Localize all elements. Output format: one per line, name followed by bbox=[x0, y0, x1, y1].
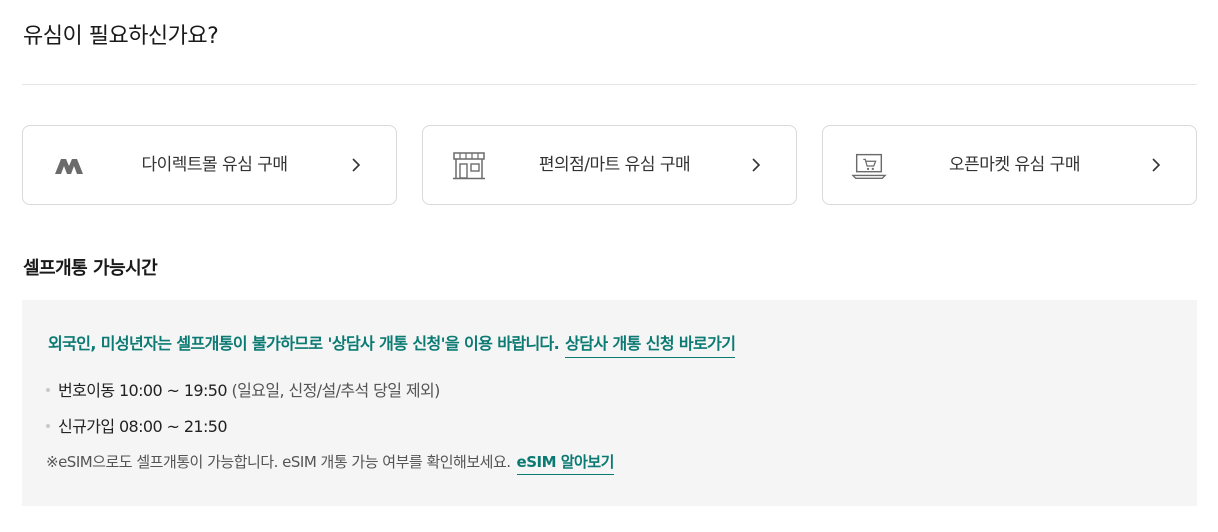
chevron-right-icon bbox=[1146, 155, 1166, 175]
convenience-store-usim-card[interactable]: 편의점/마트 유심 구매 bbox=[422, 125, 797, 205]
esim-notice: ※eSIM으로도 셀프개통이 가능합니다. eSIM 개통 가능 여부를 확인해… bbox=[46, 451, 614, 475]
direct-mall-usim-card[interactable]: 다이렉트몰 유심 구매 bbox=[22, 125, 397, 205]
port-in-hours-note: (일요일, 신정/설/추석 당일 제외) bbox=[231, 381, 440, 400]
m-logo-icon bbox=[51, 148, 87, 184]
page-title: 유심이 필요하신가요? bbox=[23, 24, 219, 49]
port-in-hours: 번호이동 10:00 ~ 19:50 (일요일, 신정/설/추석 당일 제외) bbox=[46, 377, 440, 401]
activation-info-box: 외국인, 미성년자는 셀프개통이 불가하므로 '상담사 개통 신청'을 이용 바… bbox=[22, 300, 1197, 506]
foreigner-minor-notice: 외국인, 미성년자는 셀프개통이 불가하므로 '상담사 개통 신청'을 이용 바… bbox=[48, 330, 736, 358]
esim-notice-text: ※eSIM으로도 셀프개통이 가능합니다. eSIM 개통 가능 여부를 확인해… bbox=[46, 453, 511, 471]
bullet-dot bbox=[46, 423, 50, 428]
self-activation-hours-title: 셀프개통 가능시간 bbox=[23, 258, 158, 279]
convenience-store-usim-label: 편의점/마트 유심 구매 bbox=[538, 155, 691, 175]
counselor-activation-link[interactable]: 상담사 개통 신청 바로가기 bbox=[565, 334, 736, 358]
chevron-right-icon bbox=[746, 155, 766, 175]
port-in-hours-label: 번호이동 10:00 ~ 19:50 bbox=[58, 381, 228, 400]
chevron-right-icon bbox=[346, 155, 366, 175]
open-market-usim-card[interactable]: 오픈마켓 유심 구매 bbox=[822, 125, 1197, 205]
purchase-options: 다이렉트몰 유심 구매 편의점/마트 유심 구매 오픈마켓 유심 구매 bbox=[22, 125, 1197, 205]
title-divider bbox=[22, 84, 1197, 85]
store-icon bbox=[451, 148, 487, 184]
new-signup-hours: 신규가입 08:00 ~ 21:50 bbox=[46, 413, 228, 437]
new-signup-hours-label: 신규가입 08:00 ~ 21:50 bbox=[58, 417, 228, 436]
open-market-usim-label: 오픈마켓 유심 구매 bbox=[949, 155, 1080, 175]
esim-learn-more-link[interactable]: eSIM 알아보기 bbox=[516, 453, 614, 475]
direct-mall-usim-label: 다이렉트몰 유심 구매 bbox=[141, 155, 288, 175]
laptop-cart-icon bbox=[851, 148, 887, 184]
bullet-dot bbox=[46, 387, 50, 392]
notice-text: 외국인, 미성년자는 셀프개통이 불가하므로 '상담사 개통 신청'을 이용 바… bbox=[48, 334, 560, 353]
